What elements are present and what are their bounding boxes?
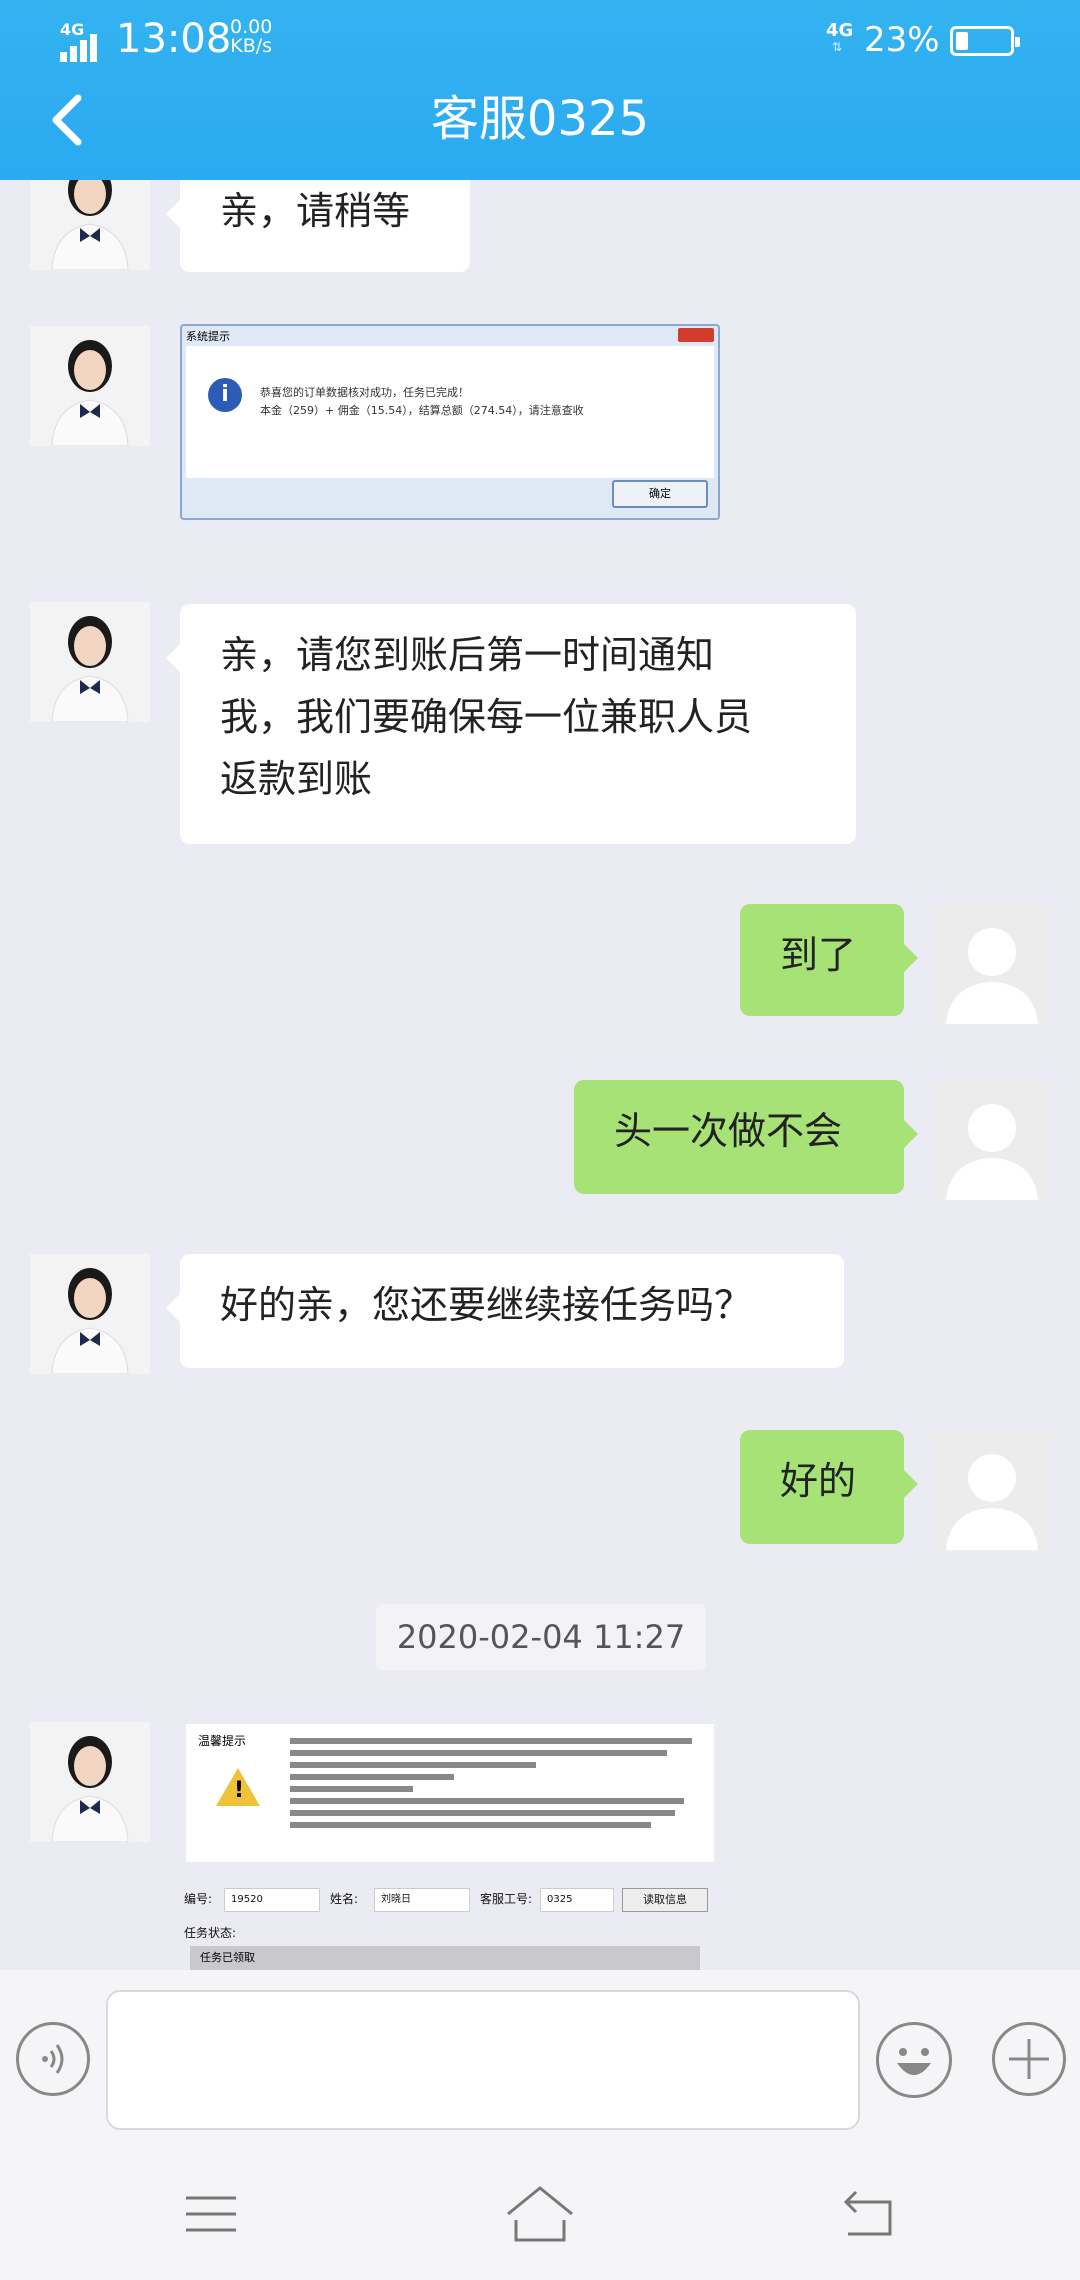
network-type: 4G	[60, 20, 85, 39]
network-speed: 0.00 KB/s	[230, 18, 272, 56]
user-avatar-icon	[932, 904, 1052, 1024]
close-icon	[678, 328, 714, 342]
signal-icon: 4G	[58, 20, 106, 62]
input-bar	[0, 1970, 1080, 2150]
field-label: 姓名:	[330, 1892, 359, 1906]
agent-avatar-icon	[30, 1722, 150, 1842]
voice-icon[interactable]	[16, 2022, 90, 2096]
clock: 13:08	[116, 16, 232, 62]
avatar[interactable]	[932, 904, 1052, 1024]
back-icon[interactable]	[842, 2188, 896, 2238]
agent-avatar-icon	[30, 180, 150, 270]
message-text: 好的	[780, 1459, 857, 1503]
field-value: 0325	[540, 1888, 614, 1912]
user-avatar-icon	[932, 1430, 1052, 1550]
message-bubble[interactable]: 好的亲，您还要继续接任务吗？	[166, 1254, 844, 1368]
message-bubble[interactable]: 头一次做不会	[574, 1080, 918, 1194]
message-bubble[interactable]: 到了	[740, 904, 918, 1016]
menu-icon[interactable]	[186, 2194, 236, 2234]
message-text: 头一次做不会	[614, 1109, 843, 1153]
avatar[interactable]	[932, 1430, 1052, 1550]
agent-avatar-icon	[30, 326, 150, 446]
message-line: 我，我们要确保每一位兼职人员	[220, 695, 753, 739]
system-nav-bar	[0, 2150, 1080, 2280]
data-activity-icon: ⇅	[832, 40, 843, 54]
read-info-button: 读取信息	[622, 1888, 708, 1912]
avatar[interactable]	[30, 602, 150, 722]
avatar[interactable]	[30, 1722, 150, 1842]
message-list[interactable]: 亲，请稍等 系统提示 i 恭喜您的订单数据核对成功，任务已完成！ 本金（259）…	[0, 180, 1080, 1970]
avatar[interactable]	[30, 326, 150, 446]
message-line: 亲，请您到账后第一时间通知	[220, 633, 715, 677]
dialog-line-2: 本金（259）+ 佣金（15.54），结算总额（274.54），请注意查收	[260, 404, 584, 417]
timestamp: 2020-02-04 11:27	[376, 1604, 706, 1670]
avatar[interactable]	[30, 180, 150, 270]
home-icon[interactable]	[504, 2184, 576, 2244]
agent-avatar-icon	[30, 602, 150, 722]
dialog-title: 系统提示	[186, 330, 230, 343]
message-bubble[interactable]: 亲，请您到账后第一时间通知 我，我们要确保每一位兼职人员 返款到账	[166, 604, 856, 844]
status-value: 任务已领取	[190, 1946, 700, 1970]
network-type-right: 4G	[826, 20, 854, 41]
field-value: 刘晓日	[374, 1888, 470, 1912]
field-label: 编号:	[184, 1892, 213, 1906]
speed-unit: KB/s	[230, 35, 273, 57]
blurred-text	[290, 1738, 700, 1834]
message-bubble[interactable]: 好的	[740, 1430, 918, 1544]
image-message[interactable]: 温馨提示 ! 编号: 19520 姓名: 刘晓日 客服工号: 0325 读取信息	[180, 1724, 720, 1970]
message-text: 好的亲，您还要继续接任务吗？	[220, 1283, 753, 1327]
task-title: 温馨提示	[198, 1734, 247, 1748]
message-line: 返款到账	[220, 757, 373, 801]
dialog-line-1: 恭喜您的订单数据核对成功，任务已完成！	[260, 386, 469, 399]
image-message[interactable]: 系统提示 i 恭喜您的订单数据核对成功，任务已完成！ 本金（259）+ 佣金（1…	[180, 324, 720, 520]
ok-button: 确定	[612, 480, 708, 508]
message-text: 亲，请稍等	[220, 189, 411, 233]
emoji-icon[interactable]	[876, 2022, 952, 2098]
agent-avatar-icon	[30, 1254, 150, 1374]
battery-percent: 23%	[864, 20, 940, 60]
message-bubble[interactable]: 亲，请稍等	[166, 180, 470, 272]
avatar[interactable]	[30, 1254, 150, 1374]
chat-title: 客服0325	[430, 91, 650, 147]
status-label: 任务状态:	[184, 1926, 237, 1940]
plus-icon[interactable]	[992, 2022, 1066, 2096]
battery-icon	[950, 26, 1020, 56]
info-icon: i	[208, 378, 242, 412]
message-input[interactable]	[106, 1990, 860, 2130]
status-bar: 4G 13:08 0.00 KB/s 4G ⇅ 23%	[0, 0, 1080, 80]
avatar[interactable]	[932, 1080, 1052, 1200]
user-avatar-icon	[932, 1080, 1052, 1200]
message-text: 到了	[780, 933, 857, 977]
top-header: 4G 13:08 0.00 KB/s 4G ⇅ 23% 客服0325	[0, 0, 1080, 180]
field-value: 19520	[224, 1888, 320, 1912]
field-label: 客服工号:	[480, 1892, 533, 1906]
